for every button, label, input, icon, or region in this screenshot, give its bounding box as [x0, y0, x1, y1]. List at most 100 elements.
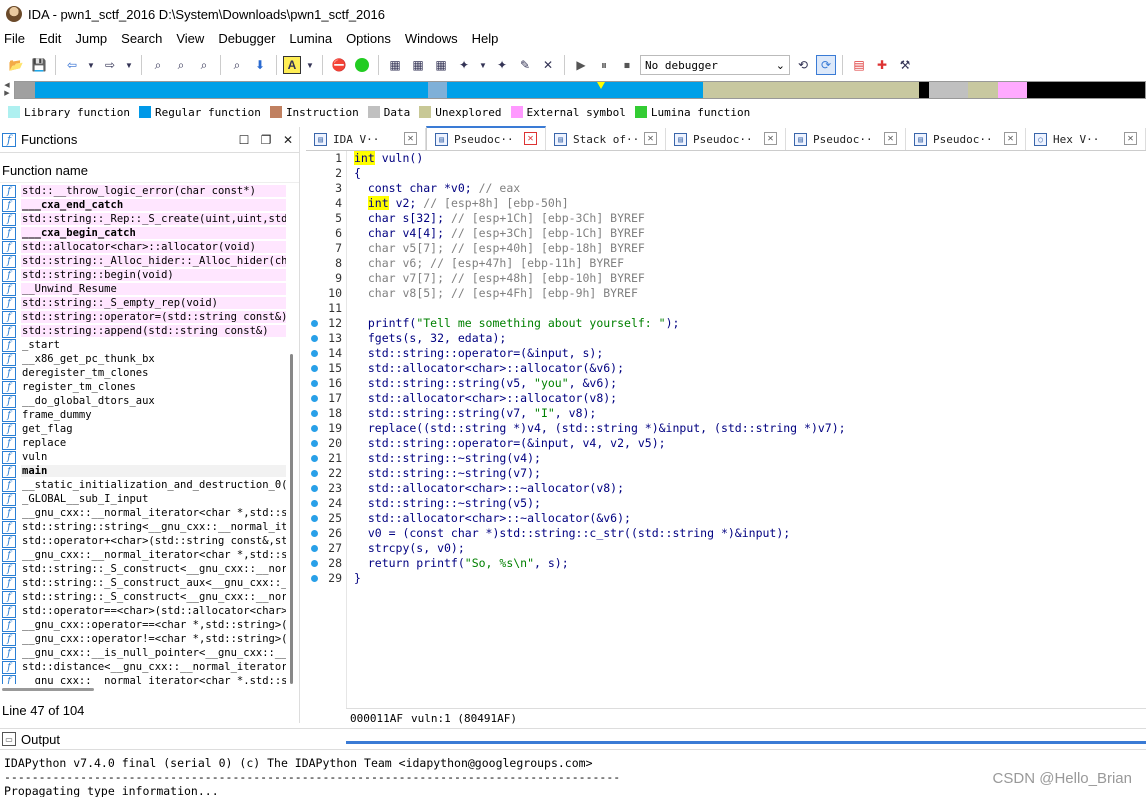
- tab-close-icon[interactable]: ✕: [404, 132, 417, 145]
- find-all-icon[interactable]: ⌕: [227, 55, 247, 75]
- tab-pseudocode[interactable]: ▤ Pseudoc·· ✕: [786, 128, 906, 150]
- function-list-item[interactable]: f __x86_get_pc_thunk_bx: [0, 352, 286, 366]
- function-list-hscrollbar[interactable]: [2, 688, 94, 691]
- menu-search[interactable]: Search: [114, 28, 169, 50]
- function-list-item[interactable]: f std::distance<__gnu_cxx::__normal_itera…: [0, 660, 286, 674]
- breakpoint-dot-icon[interactable]: [308, 466, 318, 481]
- open-folder-icon[interactable]: 📂: [6, 55, 26, 75]
- code-line[interactable]: 23 std::allocator<char>::~allocator(v8);: [306, 481, 1146, 496]
- breakpoint-dot-icon[interactable]: [308, 451, 318, 466]
- notes-icon[interactable]: ▤: [849, 55, 869, 75]
- plugin-add-icon[interactable]: ✚: [872, 55, 892, 75]
- breakpoint-dot-icon[interactable]: [308, 436, 318, 451]
- forward-arrow-icon[interactable]: ⇨: [100, 55, 120, 75]
- code-line[interactable]: 4 int v2; // [esp+8h] [ebp-50h]: [306, 196, 1146, 211]
- function-list-item[interactable]: f get_flag: [0, 422, 286, 436]
- breakpoint-dot-icon[interactable]: [308, 301, 318, 316]
- code-line[interactable]: 2{: [306, 166, 1146, 181]
- menu-file[interactable]: File: [0, 28, 32, 50]
- breakpoint-dot-icon[interactable]: [308, 181, 318, 196]
- forward-dropdown-icon[interactable]: ▼: [123, 55, 135, 75]
- pseudocode-view[interactable]: 1 int vuln() 2{3 const char *v0; // eax 4 i…: [306, 151, 1146, 744]
- breakpoint-dot-icon[interactable]: [308, 376, 318, 391]
- menu-jump[interactable]: Jump: [68, 28, 114, 50]
- tab-hex-view[interactable]: ○ Hex V·· ✕: [1026, 128, 1146, 150]
- code-line[interactable]: 11: [306, 301, 1146, 316]
- menu-windows[interactable]: Windows: [398, 28, 465, 50]
- play-icon[interactable]: ▶: [571, 55, 591, 75]
- breakpoint-dot-icon[interactable]: [308, 166, 318, 181]
- stop-icon[interactable]: ⏹: [617, 55, 637, 75]
- function-list-item[interactable]: f __static_initialization_and_destruction…: [0, 478, 286, 492]
- breakpoint-dot-icon[interactable]: [308, 151, 318, 166]
- code-line[interactable]: 15 std::allocator<char>::allocator(&v6);: [306, 361, 1146, 376]
- breakpoint-dot-icon[interactable]: [308, 361, 318, 376]
- pause-icon[interactable]: ⏸: [594, 55, 614, 75]
- breakpoint-dot-icon[interactable]: [308, 196, 318, 211]
- output-console[interactable]: IDAPython v7.4.0 final (serial 0) (c) Th…: [0, 756, 1146, 797]
- function-list-item[interactable]: f __gnu_cxx::operator==<char *,std::strin…: [0, 618, 286, 632]
- code-line[interactable]: 22 std::string::~string(v7);: [306, 466, 1146, 481]
- code-line[interactable]: 14 std::string::operator=(&input, s);: [306, 346, 1146, 361]
- close-x-icon[interactable]: ✕: [538, 55, 558, 75]
- menu-help[interactable]: Help: [465, 28, 506, 50]
- code-line[interactable]: 16 std::string::string(v5, "you", &v6);: [306, 376, 1146, 391]
- breakpoint-dot-icon[interactable]: [308, 256, 318, 271]
- scrollbar-thumb[interactable]: [290, 354, 293, 684]
- function-list-item[interactable]: f std::operator==<char>(std::allocator<ch…: [0, 604, 286, 618]
- function-name-column-header[interactable]: Function name: [0, 153, 299, 183]
- function-list-item[interactable]: f __gnu_cxx::operator!=<char *,std::strin…: [0, 632, 286, 646]
- function-list-item[interactable]: f frame_dummy: [0, 408, 286, 422]
- code-line[interactable]: 29}: [306, 571, 1146, 586]
- tab-pseudocode[interactable]: ▤ Pseudoc·· ✕: [906, 128, 1026, 150]
- function-list-item[interactable]: f ___cxa_end_catch: [0, 198, 286, 212]
- create-function-icon[interactable]: ▦: [385, 55, 405, 75]
- function-list-item[interactable]: f __Unwind_Resume: [0, 282, 286, 296]
- code-line[interactable]: 21 std::string::~string(v4);: [306, 451, 1146, 466]
- breakpoint-dot-icon[interactable]: [308, 511, 318, 526]
- code-line[interactable]: 12 printf("Tell me something about yours…: [306, 316, 1146, 331]
- add-breakpoint-icon[interactable]: ✦: [454, 55, 474, 75]
- function-list-item[interactable]: f vuln: [0, 450, 286, 464]
- breakpoint-dot-icon[interactable]: [308, 526, 318, 541]
- breakpoint-dot-icon[interactable]: [308, 541, 318, 556]
- code-line[interactable]: 10 char v8[5]; // [esp+4Fh] [ebp-9h] BYR…: [306, 286, 1146, 301]
- function-list-item[interactable]: f std::string::_Alloc_hider::_Alloc_hider…: [0, 254, 286, 268]
- text-color-icon[interactable]: A: [283, 56, 301, 74]
- nav-scroll-arrows[interactable]: ◀ ▶: [0, 80, 14, 100]
- jump-down-icon[interactable]: ⬇: [250, 55, 270, 75]
- edit-icon[interactable]: ✎: [515, 55, 535, 75]
- function-list-item[interactable]: f _start: [0, 338, 286, 352]
- code-line[interactable]: 6 char v4[4]; // [esp+3Ch] [ebp-1Ch] BYR…: [306, 226, 1146, 241]
- maximize-icon[interactable]: ☐: [233, 133, 255, 147]
- breakpoint-dot-icon[interactable]: [308, 571, 318, 586]
- debugger-select[interactable]: No debugger ⌄: [640, 55, 790, 75]
- close-icon[interactable]: ✕: [277, 133, 299, 147]
- function-list-scrollbar[interactable]: [288, 184, 296, 684]
- function-list-item[interactable]: f _GLOBAL__sub_I_input: [0, 492, 286, 506]
- tab-close-icon[interactable]: ✕: [1124, 132, 1137, 145]
- tab-pseudocode[interactable]: ▤ Pseudoc·· ✕: [426, 126, 546, 150]
- stop-sign-icon[interactable]: ⛔: [329, 55, 349, 75]
- create-struct-icon[interactable]: ▦: [431, 55, 451, 75]
- function-list-item[interactable]: f ___cxa_begin_catch: [0, 226, 286, 240]
- function-list-item[interactable]: f std::string::begin(void): [0, 268, 286, 282]
- edit-function-icon[interactable]: ▦: [408, 55, 428, 75]
- breakpoint-dropdown-icon[interactable]: ▼: [477, 55, 489, 75]
- function-list-item[interactable]: f std::string::string<__gnu_cxx::__normal…: [0, 520, 286, 534]
- binoculars-binary-icon[interactable]: ⌕: [171, 55, 191, 75]
- function-list-item[interactable]: f std::operator+<char>(std::string const&…: [0, 534, 286, 548]
- tab-ida-view[interactable]: ▤ IDA V·· ✕: [306, 128, 426, 150]
- code-line[interactable]: 5 char s[32]; // [esp+1Ch] [ebp-3Ch] BYR…: [306, 211, 1146, 226]
- breakpoint-dot-icon[interactable]: [308, 556, 318, 571]
- breakpoint-dot-icon[interactable]: [308, 346, 318, 361]
- menu-options[interactable]: Options: [339, 28, 398, 50]
- function-list-item[interactable]: f __gnu_cxx::__normal_iterator<char *,std…: [0, 506, 286, 520]
- back-arrow-icon[interactable]: ⇦: [62, 55, 82, 75]
- breakpoint-dot-icon[interactable]: [308, 241, 318, 256]
- code-line[interactable]: 26 v0 = (const char *)std::string::c_str…: [306, 526, 1146, 541]
- code-line[interactable]: 3 const char *v0; // eax: [306, 181, 1146, 196]
- code-line[interactable]: 9 char v7[7]; // [esp+48h] [ebp-10h] BYR…: [306, 271, 1146, 286]
- code-line[interactable]: 17 std::allocator<char>::allocator(v8);: [306, 391, 1146, 406]
- text-color-dropdown-icon[interactable]: ▼: [304, 55, 316, 75]
